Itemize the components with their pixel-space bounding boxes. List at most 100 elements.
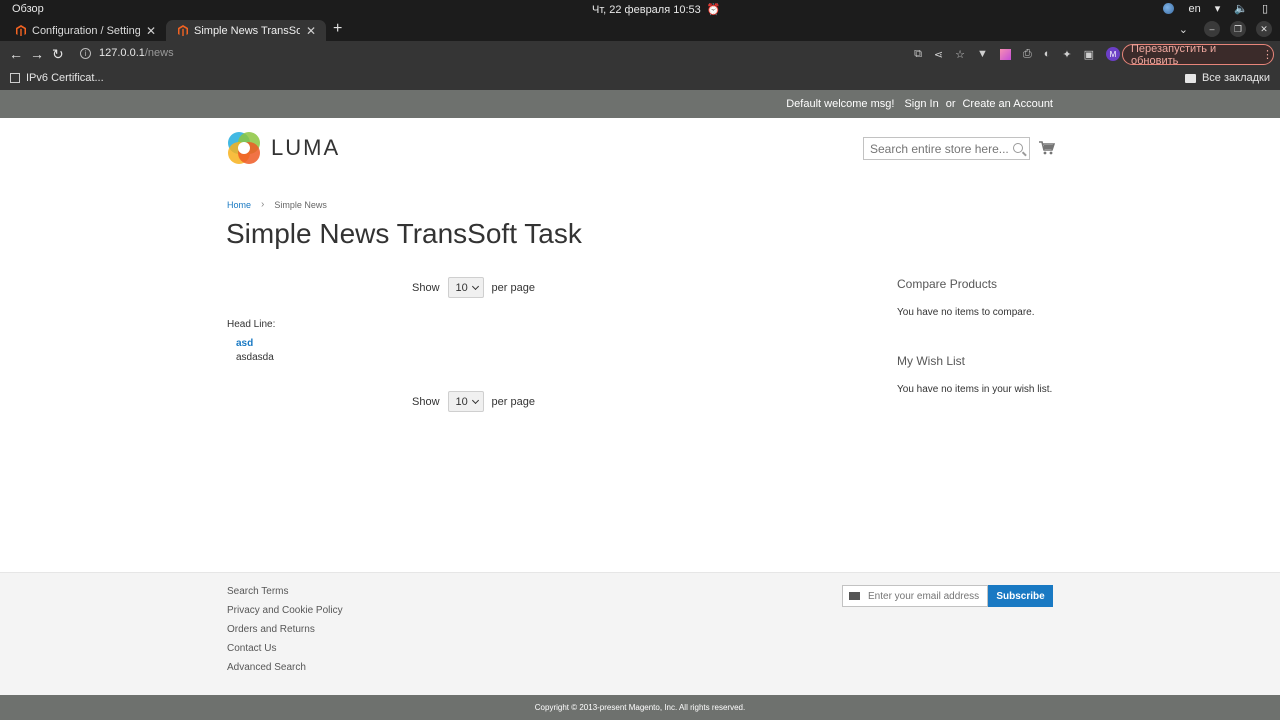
- close-window-icon[interactable]: ✕: [1256, 21, 1272, 37]
- tab-title: Simple News TransSoft Ta: [194, 24, 300, 37]
- store-logo[interactable]: LUMA: [227, 131, 340, 165]
- more-menu-icon[interactable]: ⋮: [1262, 48, 1273, 61]
- alarm-icon: ⏰: [706, 4, 721, 16]
- footer-link-advanced-search[interactable]: Advanced Search: [227, 662, 343, 674]
- limiter-select[interactable]: 10: [447, 277, 484, 298]
- folder-icon: [1184, 73, 1196, 83]
- news-body: asdasda: [236, 352, 274, 363]
- all-bookmarks-button[interactable]: Все закладки: [1184, 72, 1270, 84]
- url-field[interactable]: i 127.0.0.1/news: [80, 47, 174, 59]
- envelope-icon: [849, 592, 860, 600]
- newsletter-email-input[interactable]: [868, 590, 983, 602]
- toolbar-icons: ⧉ ⋖ ☆ ▼ ⎙ ◐ ✦ ▣ M: [914, 47, 1120, 61]
- compare-block: Compare Products You have no items to co…: [897, 277, 1077, 318]
- vue-extension-icon[interactable]: ▼: [977, 48, 988, 60]
- clock[interactable]: Чт, 22 февраля 10:53 ⏰: [592, 3, 721, 17]
- search-input[interactable]: [870, 141, 1010, 156]
- or-text: or: [945, 98, 956, 110]
- window-controls: ⌄ – ❐ ✕: [1179, 21, 1272, 37]
- breadcrumb-current: Simple News: [274, 199, 327, 210]
- system-tray[interactable]: en ▾ 🔈 ▯: [1163, 2, 1268, 15]
- all-bookmarks-label: Все закладки: [1201, 72, 1270, 84]
- panel-header: Default welcome msg! Sign In or Create a…: [0, 90, 1280, 118]
- minimize-icon[interactable]: –: [1204, 21, 1220, 37]
- bookmark-label: IPv6 Certificat...: [26, 72, 104, 84]
- sidebar: Compare Products You have no items to co…: [897, 277, 1077, 395]
- chevron-down-icon: [471, 282, 479, 290]
- language-indicator[interactable]: en: [1188, 3, 1200, 15]
- relaunch-label: Перезапустить и обновить: [1131, 42, 1217, 67]
- show-label: Show: [412, 395, 440, 408]
- tab-configuration[interactable]: Configuration / Settings / ✕: [4, 20, 166, 41]
- wishlist-title: My Wish List: [897, 354, 966, 368]
- chevron-down-icon: [471, 396, 479, 404]
- footer-link-search-terms[interactable]: Search Terms: [227, 586, 343, 598]
- activities-button[interactable]: Обзор: [12, 3, 44, 15]
- bookmark-star-icon[interactable]: ☆: [955, 48, 965, 61]
- globe-icon[interactable]: [1163, 3, 1175, 14]
- news-title-link[interactable]: asd: [236, 338, 274, 349]
- copyright: Copyright © 2013-present Magento, Inc. A…: [0, 695, 1280, 720]
- luma-logo-icon: [228, 132, 260, 164]
- newsletter-form: Subscribe: [842, 585, 1053, 607]
- sign-in-link[interactable]: Sign In: [904, 98, 938, 110]
- magento-favicon-icon: [178, 25, 188, 36]
- back-arrow-icon[interactable]: ←: [9, 46, 23, 62]
- page-title: Simple News TransSoft Task: [226, 218, 582, 249]
- color-extension-icon[interactable]: [999, 48, 1011, 60]
- footer-link-orders-returns[interactable]: Orders and Returns: [227, 624, 343, 636]
- per-page-label: per page: [491, 395, 535, 408]
- limiter-select[interactable]: 10: [447, 391, 484, 412]
- close-tab-icon[interactable]: ✕: [306, 24, 316, 38]
- list-item: asd asdasda: [236, 338, 274, 363]
- wishlist-empty-text: You have no items in your wish list.: [897, 384, 1053, 395]
- cart-icon[interactable]: [1039, 141, 1055, 155]
- battery-icon[interactable]: ▯: [1262, 2, 1268, 15]
- refresh-extension-icon[interactable]: ◐: [1044, 48, 1051, 60]
- bookmarks-bar: IPv6 Certificat... Все закладки: [0, 67, 1280, 90]
- wifi-icon[interactable]: ▾: [1215, 2, 1221, 15]
- breadcrumb: Home › Simple News: [227, 199, 327, 210]
- search-box: [863, 137, 1030, 160]
- url-path: /news: [144, 47, 174, 59]
- volume-icon[interactable]: 🔈: [1234, 2, 1248, 15]
- headline-label: Head Line:: [227, 319, 276, 330]
- os-top-bar: Обзор Чт, 22 февраля 10:53 ⏰ en ▾ 🔈 ▯: [0, 0, 1280, 18]
- newsletter-field: [842, 585, 988, 607]
- welcome-message: Default welcome msg!: [786, 98, 895, 110]
- limiter-value: 10: [455, 281, 468, 294]
- forward-arrow-icon[interactable]: →: [30, 46, 44, 62]
- share-icon[interactable]: ⋖: [934, 48, 943, 61]
- side-panel-icon[interactable]: ▣: [1084, 48, 1094, 61]
- close-tab-icon[interactable]: ✕: [146, 24, 156, 38]
- printer-extension-icon[interactable]: ⎙: [1023, 48, 1032, 61]
- create-account-link[interactable]: Create an Account: [962, 98, 1053, 110]
- translate-icon[interactable]: ⧉: [914, 48, 922, 61]
- search-icon[interactable]: [1013, 143, 1023, 153]
- relaunch-button[interactable]: Перезапустить и обновить ⋮: [1122, 42, 1274, 67]
- restore-icon[interactable]: ❐: [1230, 21, 1246, 37]
- tab-simple-news[interactable]: Simple News TransSoft Ta ✕: [166, 20, 326, 41]
- datetime-text: Чт, 22 февраля 10:53: [592, 3, 701, 16]
- footer-link-contact[interactable]: Contact Us: [227, 643, 343, 655]
- site-info-icon[interactable]: i: [80, 47, 91, 59]
- bookmark-ipv6[interactable]: IPv6 Certificat...: [10, 72, 104, 84]
- toolbar-top: Show 10 per page: [412, 277, 535, 298]
- compare-title: Compare Products: [897, 277, 998, 291]
- breadcrumb-home[interactable]: Home: [227, 200, 251, 210]
- toolbar-bottom: Show 10 per page: [412, 391, 535, 412]
- footer-link-privacy[interactable]: Privacy and Cookie Policy: [227, 605, 343, 617]
- subscribe-button[interactable]: Subscribe: [988, 585, 1053, 607]
- limiter-value: 10: [455, 395, 468, 408]
- magento-favicon-icon: [16, 25, 26, 36]
- address-bar: ← → ↻ i 127.0.0.1/news ⧉ ⋖ ☆ ▼ ⎙ ◐ ✦ ▣ M: [0, 41, 1280, 67]
- profile-avatar[interactable]: M: [1106, 47, 1120, 61]
- wishlist-block: My Wish List You have no items in your w…: [897, 354, 1077, 395]
- tab-search-chevron-icon[interactable]: ⌄: [1179, 23, 1188, 36]
- footer: Search Terms Privacy and Cookie Policy O…: [0, 572, 1280, 695]
- browser-tab-bar: Configuration / Settings / ✕ Simple News…: [0, 18, 1280, 41]
- reload-icon[interactable]: ↻: [52, 46, 64, 63]
- extensions-puzzle-icon[interactable]: ✦: [1062, 48, 1071, 61]
- per-page-label: per page: [491, 281, 535, 294]
- new-tab-icon[interactable]: +: [333, 20, 342, 38]
